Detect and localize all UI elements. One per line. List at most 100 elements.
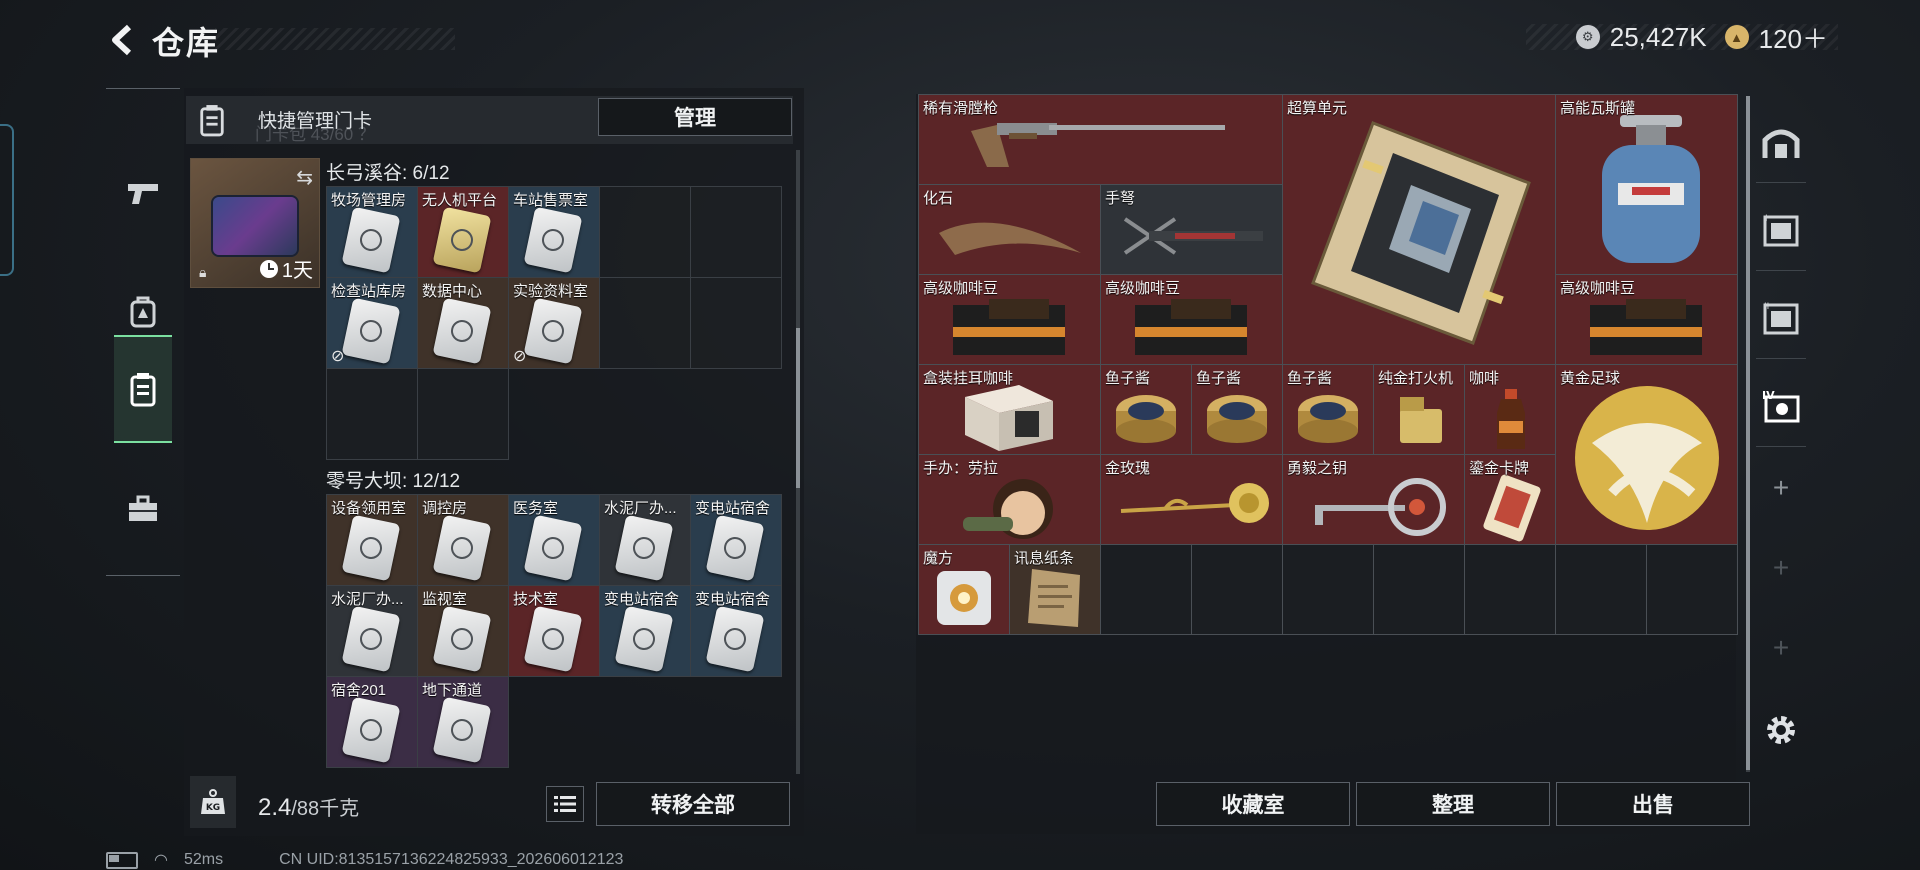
empty-slot[interactable] [1556,545,1647,635]
keycard-slot[interactable]: 地下通道 [418,677,509,768]
empty-slot[interactable] [691,187,782,278]
lock-icon: 🔒︎ [199,264,207,280]
item-slot[interactable]: 盒装挂耳咖啡 [919,365,1101,455]
transfer-all-button[interactable]: 转移全部 [596,782,790,826]
item-slot[interactable]: 勇毅之钥 [1283,455,1465,545]
add-storage-button[interactable]: + [1756,528,1806,608]
item-slot[interactable]: 金玫瑰 [1101,455,1283,545]
gear-icon [1767,716,1795,744]
item-slot[interactable]: 黄金足球 [1556,365,1738,545]
empty-slot[interactable] [600,278,691,369]
caviar-tin-art [1207,395,1267,443]
empty-slot[interactable] [418,369,509,460]
item-slot[interactable]: 高级咖啡豆 [919,275,1101,365]
item-slot[interactable]: 鱼子酱 [1101,365,1192,455]
manage-button[interactable]: 管理 [598,98,792,136]
nav-item-weapon[interactable] [114,139,172,247]
keycard-slot[interactable]: 实验资料室 ⊘ [509,278,600,369]
add-storage-button[interactable]: + [1756,608,1806,688]
sell-button[interactable]: 出售 [1556,782,1750,826]
left-edge-tab[interactable] [0,124,14,276]
currency-2-value[interactable]: 120＋ [1759,19,1828,56]
empty-slot[interactable] [691,278,782,369]
add-storage-button[interactable]: + [1756,448,1806,528]
item-slot[interactable]: 超算单元 [1283,95,1556,365]
plus-icon: + [1772,632,1790,663]
keycard-slot[interactable]: 变电站宿舍 [691,495,782,586]
tab-safehouse[interactable] [1756,102,1806,183]
settings-button[interactable] [1756,690,1806,770]
keycard-art [432,206,492,274]
tab-storage-2[interactable]: II [1756,278,1806,359]
keycard-slot[interactable]: 变电站宿舍 [691,586,782,677]
back-button[interactable] [104,20,144,60]
empty-slot[interactable] [1101,545,1192,635]
gold-lighter-art [1400,397,1442,443]
empty-slot[interactable] [1192,545,1283,635]
item-slot[interactable]: 高能瓦斯罐 [1556,95,1738,275]
item-slot[interactable]: 化石 [919,185,1101,275]
keycard-slot[interactable]: 医务室 [509,495,600,586]
item-slot[interactable]: 鱼子酱 [1192,365,1283,455]
item-slot[interactable]: 鱼子酱 [1283,365,1374,455]
coffee-box-art [965,385,1053,451]
empty-slot[interactable] [600,187,691,278]
list-view-button[interactable] [546,786,584,822]
keycard-slot[interactable]: 设备领用室 [327,495,418,586]
empty-slot[interactable] [1374,545,1465,635]
keycard-slot[interactable]: 检查站库房 ⊘ [327,278,418,369]
organize-button[interactable]: 整理 [1356,782,1550,826]
empty-slot[interactable] [1647,545,1738,635]
tab-storage-1[interactable]: I [1756,190,1806,271]
item-slot[interactable]: 手弩 [1101,185,1283,275]
item-name: 魔方 [923,550,954,567]
item-slot[interactable]: 魔方 [919,545,1010,635]
keycard-slot[interactable]: 技术室 [509,586,600,677]
card-grid-linghao: 设备领用室 调控房 医务室 水泥厂办... 变电站宿舍 水泥厂办... 监视室 技术室 变电站宿… [326,494,782,768]
empty-slot[interactable] [1283,545,1374,635]
left-scrollbar[interactable] [796,150,800,774]
pistol-icon [128,184,158,204]
coin-icon: ⚙ [1575,25,1600,49]
empty-slot[interactable] [327,369,418,460]
keycard-slot[interactable]: 无人机平台 [418,187,509,278]
card-box-icon-button[interactable] [188,98,236,142]
lara-figure-art [963,479,1053,539]
keycard-slot[interactable]: 数据中心 [418,278,509,369]
storage-scrollbar[interactable] [1746,96,1750,772]
keycard-slot[interactable]: 调控房 [418,495,509,586]
keycard-art [432,696,492,764]
plus-icon: + [1772,552,1790,583]
item-slot[interactable]: 讯息纸条 [1010,545,1101,635]
swap-icon[interactable]: ⇆ [296,165,313,190]
caviar-tin-art [1116,395,1176,443]
keycard-slot[interactable]: 变电站宿舍 [600,586,691,677]
storage-box-2-icon: II [1763,302,1799,335]
item-slot[interactable]: 纯金打火机 [1374,365,1465,455]
tab-storage-4[interactable]: IV [1756,366,1806,447]
item-slot[interactable]: 手办：劳拉 [919,455,1101,545]
section-title: 零号大坝: 12/12 [326,471,461,492]
item-slot[interactable]: 鎏金卡牌 [1465,455,1556,545]
item-slot[interactable]: 稀有滑膛枪 [919,95,1283,185]
keycard-slot[interactable]: 车站售票室 [509,187,600,278]
item-slot[interactable]: 咖啡 [1465,365,1556,455]
gold-rose-art [1120,483,1269,523]
keycard-slot[interactable]: 宿舍201 [327,677,418,768]
keycard-name: 宿舍201 [331,682,387,699]
collection-room-button[interactable]: 收藏室 [1156,782,1350,826]
keycard-case-slot[interactable]: ⇆ 🔒︎ 1天 [190,158,320,288]
keycard-slot[interactable]: 水泥厂办... [327,586,418,677]
keycard-slot[interactable]: 监视室 [418,586,509,677]
keycard-slot[interactable]: 牧场管理房 [327,187,418,278]
nav-item-card[interactable] [114,335,172,443]
keycard-name: 设备领用室 [331,500,407,517]
keycard-slot[interactable]: 水泥厂办... [600,495,691,586]
item-slot[interactable]: 高级咖啡豆 [1101,275,1283,365]
cube-art [937,571,991,625]
keycard-art [614,514,674,582]
keycard-art [341,297,401,365]
empty-slot[interactable] [1465,545,1556,635]
item-slot[interactable]: 高级咖啡豆 [1556,275,1738,365]
nav-item-toolbox[interactable] [114,455,172,563]
